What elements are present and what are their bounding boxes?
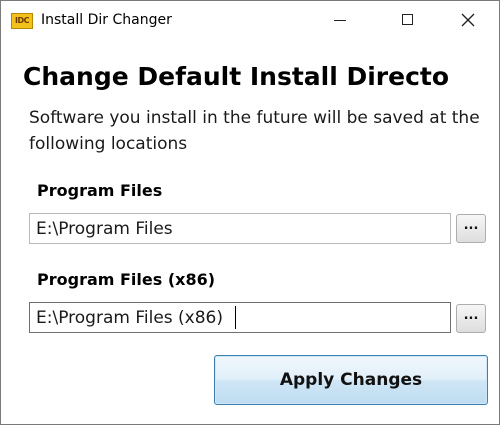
maximize-icon <box>402 14 413 25</box>
app-window: IDC Install Dir Changer Change Default I… <box>0 0 500 425</box>
title-bar[interactable]: IDC Install Dir Changer <box>1 1 499 39</box>
text-caret <box>235 306 236 329</box>
maximize-button[interactable] <box>385 1 431 39</box>
window-title: Install Dir Changer <box>41 12 172 28</box>
program-files-input[interactable] <box>29 213 451 244</box>
minimize-icon <box>334 20 346 21</box>
program-files-x86-browse-button[interactable]: ... <box>456 304 486 333</box>
close-button[interactable] <box>445 1 491 39</box>
apply-changes-button[interactable]: Apply Changes <box>214 355 488 405</box>
close-icon <box>461 13 475 27</box>
app-icon: IDC <box>11 13 33 29</box>
program-files-x86-input[interactable] <box>29 302 451 333</box>
page-description: Software you install in the future will … <box>29 108 480 154</box>
program-files-browse-button[interactable]: ... <box>456 214 486 243</box>
minimize-button[interactable] <box>317 1 363 39</box>
page-title: Change Default Install Directo <box>23 62 450 91</box>
program-files-x86-label: Program Files (x86) <box>37 270 216 289</box>
program-files-label: Program Files <box>37 181 163 200</box>
